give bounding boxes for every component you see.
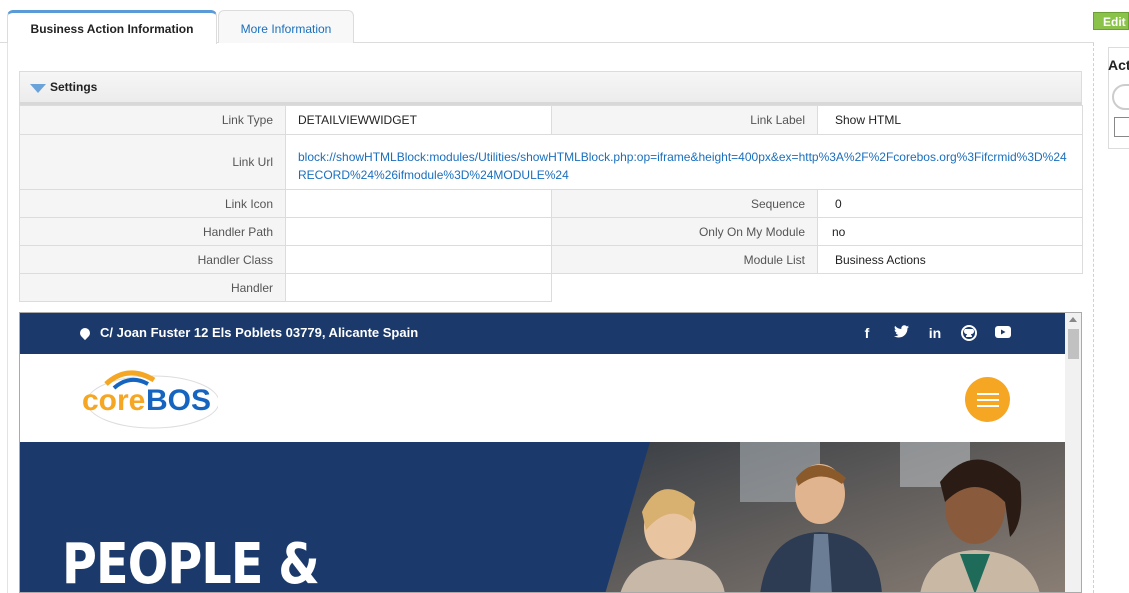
twitter-icon[interactable] [892, 325, 910, 344]
location-pin-icon [77, 325, 93, 340]
handler-class-value[interactable] [285, 245, 552, 274]
chevron-down-icon[interactable] [30, 83, 46, 93]
preview-top-bar: C/ Joan Fuster 12 Els Poblets 03779, Ali… [20, 313, 1065, 354]
github-icon[interactable] [960, 325, 978, 344]
tab-more-information[interactable]: More Information [218, 10, 354, 43]
logo-bos-text: BOS [146, 384, 211, 417]
link-url-value[interactable]: block://showHTMLBlock:modules/Utilities/… [285, 134, 1083, 190]
youtube-icon[interactable] [994, 325, 1012, 344]
handler-path-label: Handler Path [19, 217, 286, 246]
link-label-value[interactable]: Show HTML [817, 105, 1083, 135]
scroll-up-arrow-icon[interactable] [1069, 317, 1077, 322]
preview-hero: PEOPLE & [20, 442, 1065, 593]
handler-label: Handler [19, 273, 286, 302]
link-icon-value[interactable] [285, 189, 552, 218]
link-icon-label: Link Icon [19, 189, 286, 218]
link-type-label: Link Type [19, 105, 286, 135]
linkedin-icon[interactable]: in [926, 325, 944, 344]
scroll-thumb[interactable] [1068, 329, 1079, 359]
page: Business Action Information More Informa… [0, 0, 1129, 593]
table-row: Link Url block://showHTMLBlock:modules/U… [19, 134, 1083, 190]
handler-class-label: Handler Class [19, 245, 286, 274]
settings-title: Settings [50, 80, 98, 94]
settings-fields-table: Link Type DETAILVIEWWIDGET Link Label Sh… [19, 105, 1083, 302]
logo-core-text: core [82, 384, 145, 417]
content-right-divider [1093, 43, 1094, 593]
side-panel-checkbox[interactable] [1114, 117, 1129, 137]
link-type-value[interactable]: DETAILVIEWWIDGET [285, 105, 552, 135]
html-preview-iframe[interactable]: C/ Joan Fuster 12 Els Poblets 03779, Ali… [19, 312, 1082, 593]
address-text: C/ Joan Fuster 12 Els Poblets 03779, Ali… [100, 325, 419, 340]
preview-scrollbar[interactable] [1065, 313, 1081, 592]
facebook-icon[interactable]: f [858, 325, 876, 344]
sequence-label: Sequence [551, 189, 818, 218]
table-row: Handler [19, 273, 1083, 302]
corebos-logo[interactable]: core BOS [78, 362, 220, 432]
table-row: Link Type DETAILVIEWWIDGET Link Label Sh… [19, 105, 1083, 135]
sequence-value[interactable]: 0 [817, 189, 1083, 218]
table-row: Handler Class Module List Business Actio… [19, 245, 1083, 274]
tab-business-action-information[interactable]: Business Action Information [7, 10, 217, 44]
handler-path-value[interactable] [285, 217, 552, 246]
link-label-label: Link Label [551, 105, 818, 135]
link-url-label: Link Url [19, 134, 286, 190]
handler-value[interactable] [285, 273, 552, 302]
content-left-border [7, 43, 8, 593]
hero-title: PEOPLE & [62, 532, 320, 593]
edit-button[interactable]: Edit [1093, 12, 1129, 30]
preview-site-header: core BOS [20, 354, 1065, 442]
social-links: f in [858, 325, 1012, 344]
module-list-value[interactable]: Business Actions [817, 245, 1083, 274]
hamburger-menu-icon[interactable] [965, 377, 1010, 422]
table-row: Link Icon Sequence 0 [19, 189, 1083, 218]
only-on-my-module-value[interactable]: no [817, 217, 1083, 246]
table-row: Handler Path Only On My Module no [19, 217, 1083, 246]
only-on-my-module-label: Only On My Module [551, 217, 818, 246]
address-line: C/ Joan Fuster 12 Els Poblets 03779, Ali… [77, 325, 419, 340]
tab-bar: Business Action Information More Informa… [0, 0, 1094, 44]
settings-block-header[interactable]: Settings [19, 71, 1082, 105]
side-panel-title: Act [1108, 57, 1129, 73]
module-list-label: Module List [551, 245, 818, 274]
